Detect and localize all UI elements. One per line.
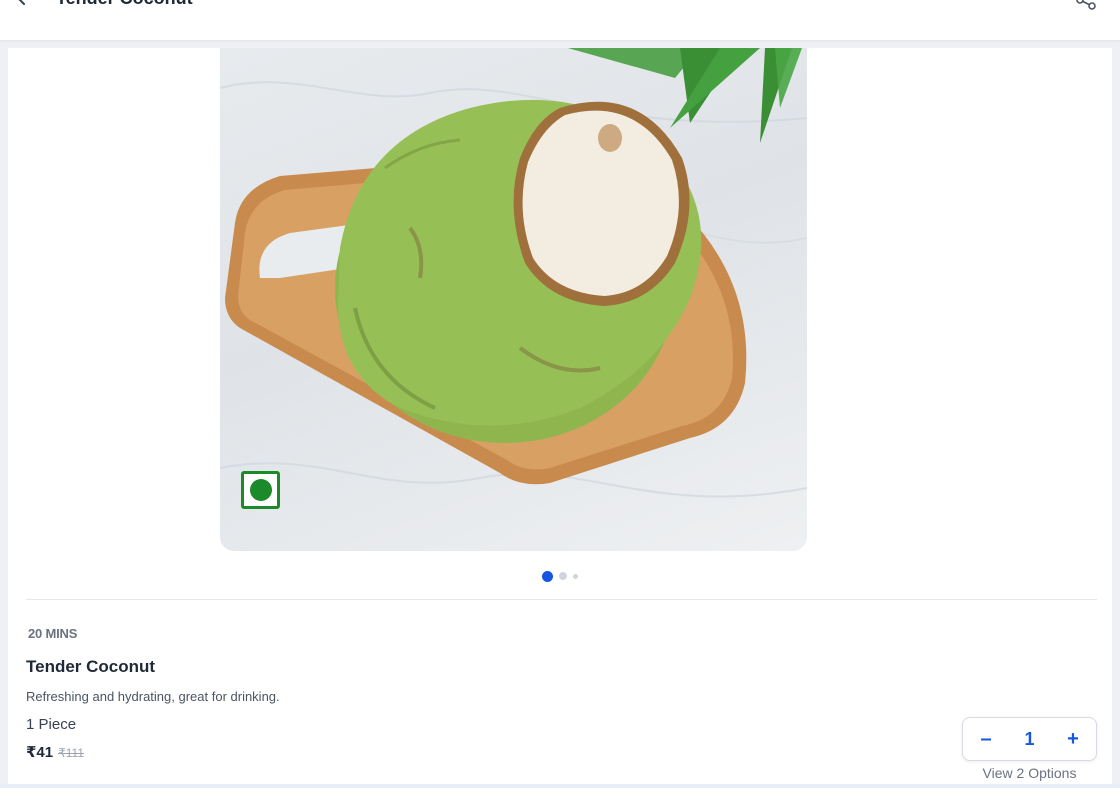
top-bar: Tender Coconut (0, 0, 1120, 40)
carousel-dot-3[interactable] (573, 573, 578, 579)
product-card: 20 MINS Tender Coconut Refreshing and hy… (8, 48, 1112, 784)
view-options-link[interactable]: View 2 Options (962, 765, 1097, 781)
page-title: Tender Coconut (56, 0, 193, 8)
share-icon[interactable] (1074, 0, 1098, 12)
quantity-stepper: – 1 + (962, 717, 1097, 761)
product-unit: 1 Piece (26, 716, 77, 733)
product-image-carousel[interactable] (220, 48, 807, 551)
carousel-dots (8, 570, 1112, 582)
veg-indicator-icon (241, 471, 280, 509)
product-price: ₹41 (26, 744, 54, 761)
bottom-edge (0, 784, 1120, 788)
back-arrow-icon[interactable] (12, 0, 32, 8)
section-divider (26, 599, 1097, 600)
price-row: ₹41 ₹111 (26, 743, 84, 761)
increment-button[interactable]: + (1062, 728, 1084, 750)
delivery-time: 20 MINS (28, 626, 78, 641)
quantity-count: 1 (1024, 728, 1035, 749)
carousel-dot-2[interactable] (559, 572, 567, 580)
product-name: Tender Coconut (26, 657, 156, 676)
product-mrp: ₹111 (58, 746, 84, 760)
decrement-button[interactable]: – (975, 728, 997, 750)
carousel-dot-1[interactable] (542, 570, 553, 582)
veg-indicator-dot (249, 479, 272, 501)
product-description: Refreshing and hydrating, great for drin… (26, 689, 280, 704)
product-image (220, 48, 807, 498)
